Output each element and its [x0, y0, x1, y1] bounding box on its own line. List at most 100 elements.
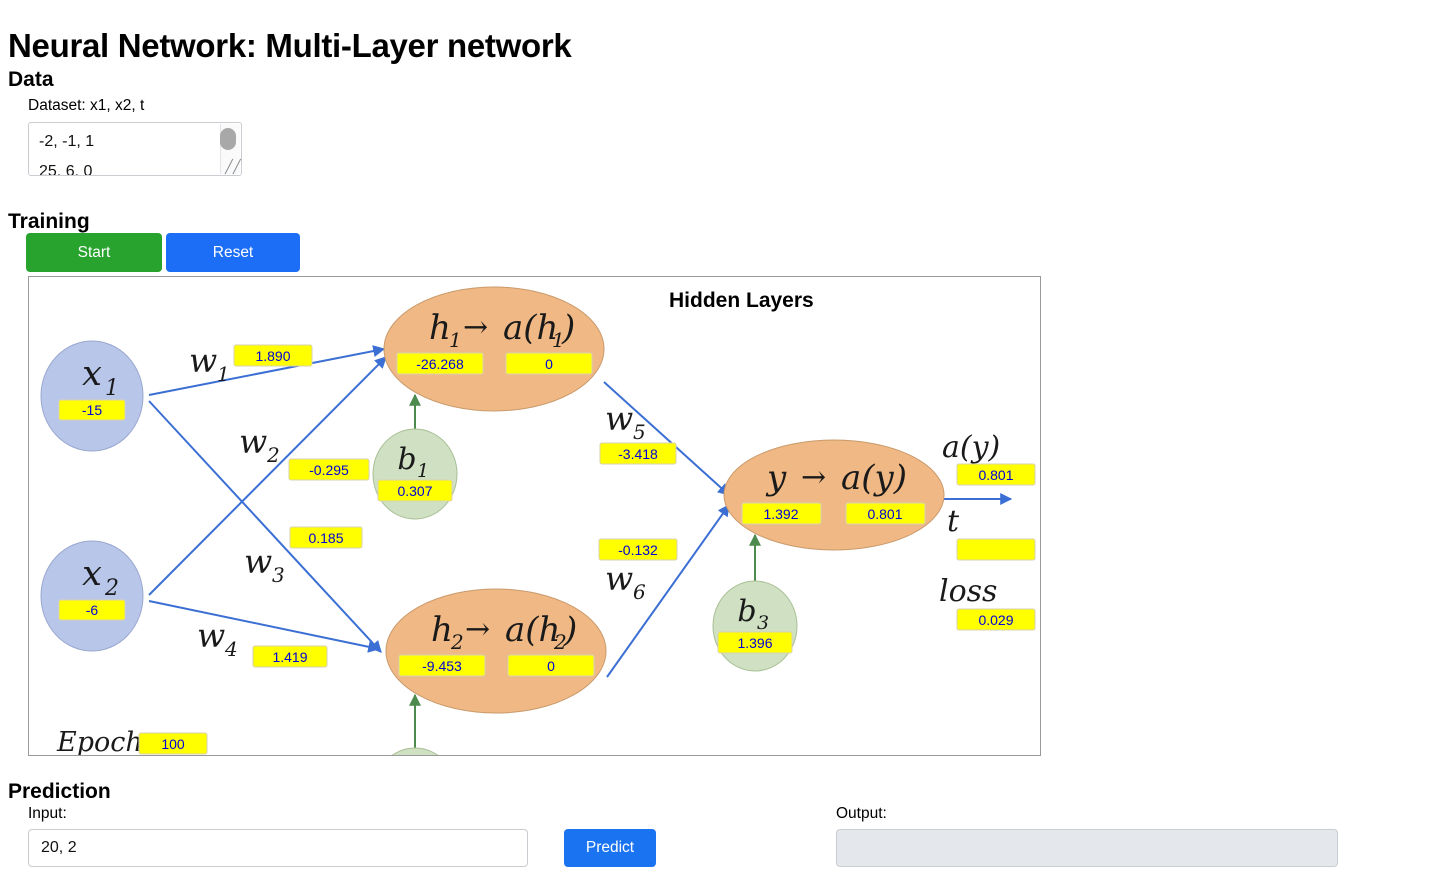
svg-text:1.392: 1.392 — [763, 506, 798, 522]
node-b3-subscript: 3 — [757, 612, 769, 634]
node-h1-subscript: 1 — [449, 328, 462, 352]
readout-loss: loss 0.029 — [939, 574, 1036, 631]
prediction-input-label: Input: — [28, 805, 67, 822]
svg-text:-0.132: -0.132 — [618, 542, 658, 558]
svg-text:100: 100 — [161, 736, 185, 752]
svg-text:1.396: 1.396 — [737, 635, 772, 651]
node-x2-label: x — [82, 554, 102, 594]
node-h1-act-badge: 0 — [505, 352, 593, 375]
prediction-output — [836, 829, 1338, 867]
node-y-label: y — [765, 458, 787, 498]
node-b3[interactable]: b 3 1.396 — [712, 580, 798, 672]
node-x2-subscript: 2 — [104, 576, 119, 601]
weight-w4-symbol: w — [197, 616, 225, 655]
node-y[interactable]: y → a(y) 1.392 0.801 — [723, 439, 945, 551]
weight-w3-symbol: w — [244, 542, 272, 581]
svg-text:0.801: 0.801 — [867, 506, 902, 522]
prediction-output-label: Output: — [836, 805, 887, 822]
svg-text:1.419: 1.419 — [272, 649, 307, 665]
start-button[interactable]: Start — [26, 233, 162, 272]
node-x1[interactable]: x 1 -15 — [40, 340, 144, 452]
node-h2-subscript: 2 — [450, 630, 464, 654]
node-b1-value-badge: 0.307 — [377, 479, 453, 502]
weight-w2-subscript: 2 — [266, 443, 280, 467]
readout-t-label: t — [947, 504, 960, 539]
weight-w2-symbol: w — [239, 422, 267, 461]
dataset-label: Dataset: x1, x2, t — [28, 97, 145, 114]
weight-w1-subscript: 1 — [217, 362, 230, 386]
weight-w4-subscript: 4 — [224, 637, 238, 661]
epoch-label: Epoch — [56, 727, 143, 756]
node-h1[interactable]: h 1 → a(h 1 ) -26.268 0 — [383, 286, 605, 412]
node-b3-value-badge: 1.396 — [717, 631, 793, 654]
page-title: Neural Network: Multi-Layer network — [8, 27, 572, 65]
svg-text:-15: -15 — [82, 402, 102, 418]
node-h1-activation-paren: ) — [561, 308, 575, 348]
weight-w6-symbol: w — [605, 559, 633, 598]
node-h2-activation-label: a(h — [505, 610, 560, 650]
node-x1-subscript: 1 — [105, 376, 119, 401]
readout-a-y-label: a(y) — [942, 430, 1000, 465]
readout-activation-output: a(y) 0.801 — [942, 430, 1036, 486]
svg-text:-0.295: -0.295 — [309, 462, 349, 478]
weight-w3-subscript: 3 — [272, 563, 285, 587]
readout-loss-label: loss — [939, 574, 997, 609]
epoch-counter: Epoch 100 — [56, 727, 208, 756]
network-diagram: Hidden Layers x 1 -15 x 2 -6 w 1 1.890 w… — [28, 276, 1041, 756]
app-root: Neural Network: Multi-Layer network Data… — [0, 0, 1440, 880]
svg-text:0.029: 0.029 — [978, 612, 1013, 628]
node-h2-label: h — [431, 610, 453, 650]
node-x2[interactable]: x 2 -6 — [40, 540, 144, 652]
weight-w1-symbol: w — [189, 341, 217, 380]
weight-w1: w 1 1.890 — [189, 341, 313, 386]
node-h2-activation-paren: ) — [563, 610, 577, 650]
weight-w5-subscript: 5 — [633, 420, 646, 444]
node-x1-label: x — [82, 354, 102, 394]
node-x2-value-badge: -6 — [58, 599, 126, 621]
svg-text:0.185: 0.185 — [308, 530, 343, 546]
node-b3-label: b — [737, 594, 756, 629]
svg-text:-3.418: -3.418 — [618, 446, 658, 462]
svg-text:0.801: 0.801 — [978, 467, 1013, 483]
svg-text:-9.453: -9.453 — [422, 658, 462, 674]
node-h2[interactable]: h 2 → a(h 2 ) -9.453 0 — [385, 588, 607, 714]
node-h2-pre-badge: -9.453 — [398, 654, 486, 677]
weight-w5-symbol: w — [605, 399, 633, 438]
weight-w5: w 5 -3.418 — [599, 399, 677, 465]
node-h2-arrow-glyph: → — [465, 612, 490, 647]
node-h1-pre-badge: -26.268 — [396, 352, 484, 375]
node-y-act-badge: 0.801 — [845, 502, 926, 525]
node-b2[interactable]: b 2 — [373, 747, 457, 756]
edge-x2-h2 — [148, 600, 381, 653]
node-h1-activation-label: a(h — [503, 308, 558, 348]
dataset-textarea-wrapper: -2, -1, 1 25, 6, 0 ╱╱ — [28, 122, 242, 176]
predict-button[interactable]: Predict — [564, 829, 656, 867]
prediction-section-heading: Prediction — [8, 780, 111, 804]
node-b1[interactable]: b 1 0.307 — [372, 428, 458, 520]
svg-text:-26.268: -26.268 — [416, 356, 464, 372]
diagram-title: Hidden Layers — [669, 289, 814, 312]
node-b1-subscript: 1 — [417, 460, 429, 482]
resize-grip-icon[interactable]: ╱╱ — [225, 160, 241, 174]
training-section-heading: Training — [8, 210, 90, 234]
weight-w3: w 3 0.185 — [244, 526, 363, 587]
svg-text:0.307: 0.307 — [397, 483, 432, 499]
node-h1-label: h — [429, 308, 451, 348]
prediction-input[interactable] — [28, 829, 528, 867]
node-y-arrow-glyph: → — [801, 460, 826, 495]
svg-text:0: 0 — [547, 658, 555, 674]
node-x1-value-badge: -15 — [58, 399, 126, 421]
readout-target: t — [947, 504, 1036, 561]
svg-text:1.890: 1.890 — [255, 348, 290, 364]
weight-w2: w 2 -0.295 — [239, 422, 370, 481]
reset-button[interactable]: Reset — [166, 233, 300, 272]
node-h1-arrow-glyph: → — [463, 310, 488, 345]
node-y-activation-label: a(y) — [841, 458, 907, 498]
node-y-pre-badge: 1.392 — [741, 502, 822, 525]
weight-w6-subscript: 6 — [633, 580, 646, 604]
node-b1-label: b — [397, 442, 416, 477]
dataset-textarea[interactable]: -2, -1, 1 25, 6, 0 — [28, 122, 242, 176]
svg-text:-6: -6 — [86, 602, 99, 618]
data-section-heading: Data — [8, 68, 54, 92]
node-h2-act-badge: 0 — [507, 654, 595, 677]
